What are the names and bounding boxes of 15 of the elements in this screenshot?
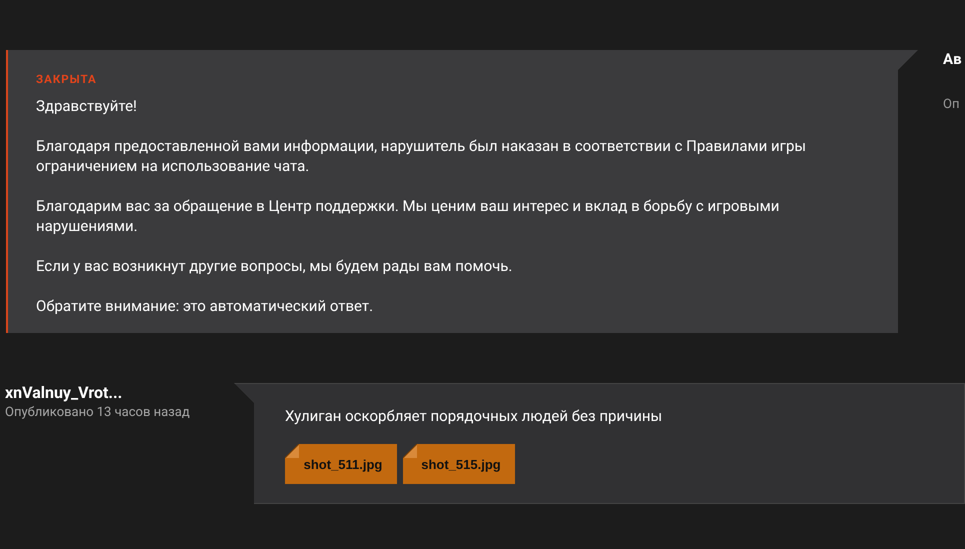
attachment-button[interactable]: shot_515.jpg: [403, 444, 515, 484]
message-paragraph: Здравствуйте!: [36, 96, 138, 116]
folded-corner-icon: [285, 444, 299, 458]
message-paragraph: Обратите внимание: это автоматический ответ.: [36, 296, 374, 316]
message-text: Хулиган оскорбляет порядочных людей без причины: [285, 406, 664, 426]
attachment-button[interactable]: shot_511.jpg: [285, 444, 397, 484]
status-label: ЗАКРЫТА: [36, 72, 98, 86]
author-name: xnValnuy_Vrot...: [5, 383, 124, 403]
post-meta: Опубликовано 13 часов назад: [5, 405, 191, 420]
folded-corner-icon: [403, 444, 417, 458]
author-name: Ав: [943, 50, 962, 68]
message-paragraph: Благодаря предоставленной вами информации, нарушитель был наказан в соответствии с Правилами игры ограничением на использование чата.: [36, 136, 808, 176]
message-paragraph: Если у вас возникнут другие вопросы, мы будем рады вам помочь.: [36, 256, 514, 276]
message-paragraph: Благодарим вас за обращение в Центр поддержки. Мы ценим ваш интерес и вклад в борьбу с игровыми нарушениями.: [36, 196, 780, 236]
post-meta: Оп: [943, 97, 960, 112]
